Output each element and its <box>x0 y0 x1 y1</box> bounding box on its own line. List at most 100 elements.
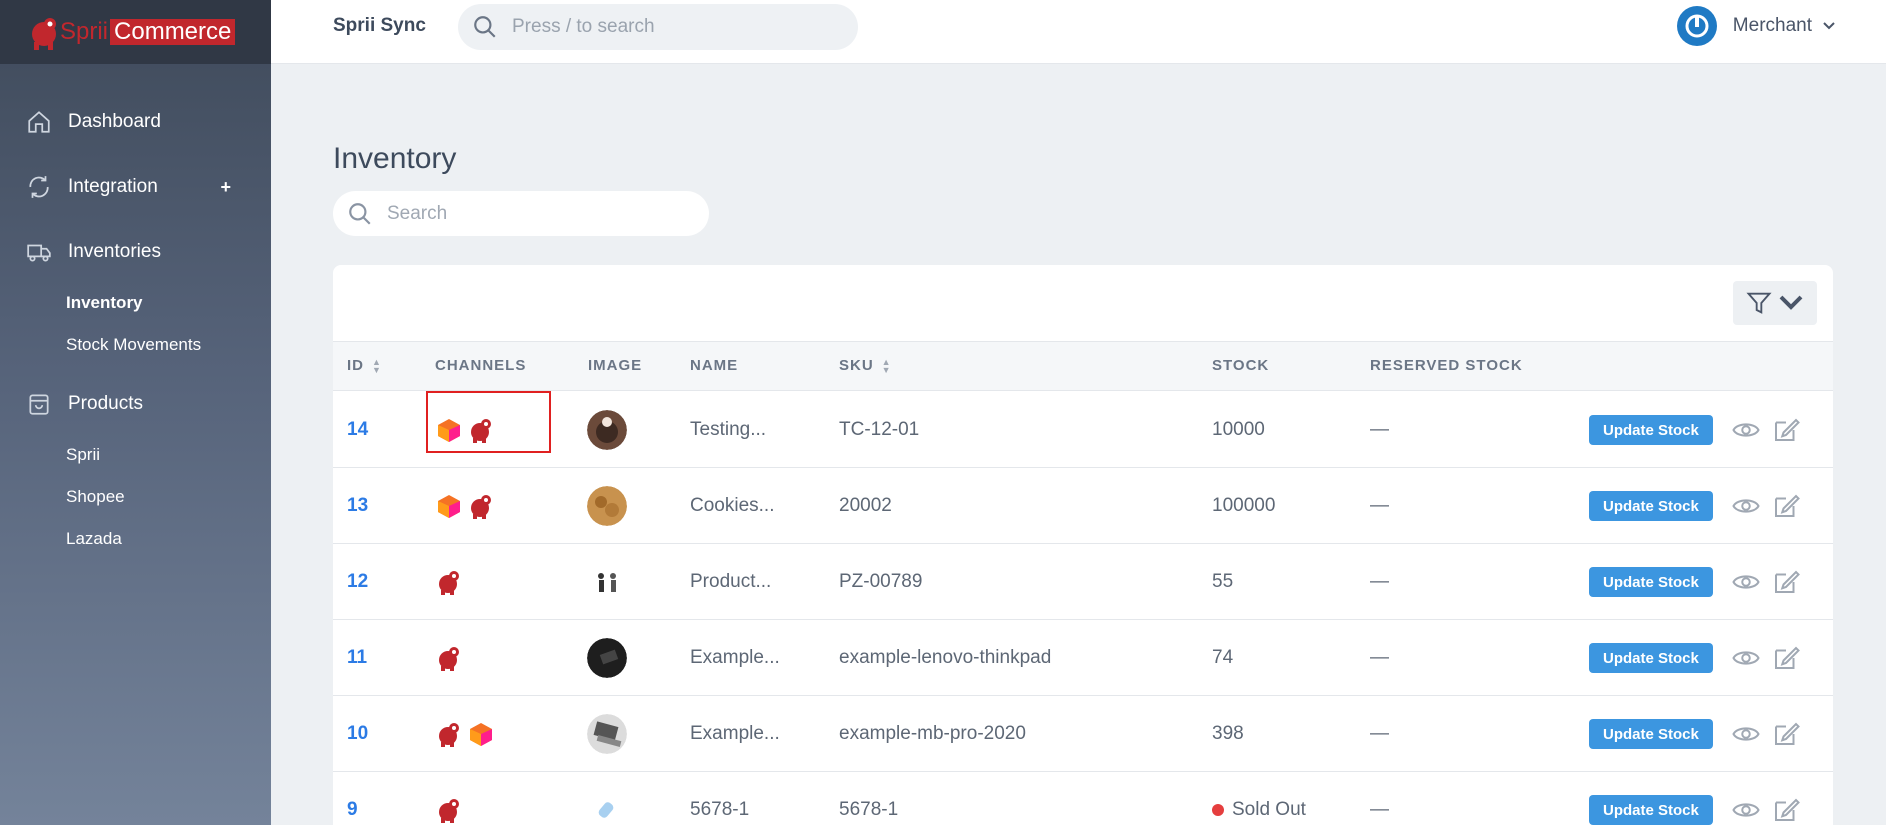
edit-icon[interactable] <box>1771 643 1801 673</box>
sidebar-sub-stock-movements[interactable]: Stock Movements <box>0 324 271 366</box>
row-actions: Update Stock <box>1589 696 1811 772</box>
row-stock: Sold Out <box>1212 772 1306 825</box>
row-stock: 74 <box>1212 620 1233 696</box>
update-stock-button[interactable]: Update Stock <box>1589 491 1713 521</box>
row-image <box>587 772 627 825</box>
row-name: Product... <box>690 571 772 592</box>
sidebar-item-dashboard[interactable]: Dashboard <box>0 98 271 146</box>
inventory-search-input[interactable]: Search <box>333 191 709 236</box>
row-id-link[interactable]: 10 <box>347 696 368 772</box>
column-header-channels: CHANNELS <box>435 357 527 374</box>
box-icon <box>29 394 49 415</box>
row-sku: PZ-00789 <box>839 571 923 592</box>
sprii-channel-icon <box>439 799 459 823</box>
search-icon <box>474 16 496 38</box>
row-reserved-stock: — <box>1370 723 1389 744</box>
column-header-name: NAME <box>690 357 739 374</box>
lazada-channel-icon <box>470 723 492 746</box>
edit-icon[interactable] <box>1771 719 1801 749</box>
edit-icon[interactable] <box>1771 795 1801 825</box>
update-stock-button[interactable]: Update Stock <box>1589 795 1713 825</box>
sprii-channel-icon <box>439 571 459 595</box>
view-eye-icon[interactable] <box>1731 719 1761 749</box>
update-stock-button[interactable]: Update Stock <box>1589 567 1713 597</box>
table-row: 11 Example... example-lenovo-thinkpad 74 — Up… <box>333 620 1833 696</box>
stock-value: 74 <box>1212 647 1234 668</box>
row-channels <box>435 772 467 825</box>
column-header-id[interactable]: ID ▲ ▼ <box>347 357 382 374</box>
row-reserved-stock: — <box>1370 419 1389 440</box>
view-eye-icon[interactable] <box>1731 415 1761 445</box>
table-header: ID ▲ ▼ CHANNELS IMAGE NAME SKU ▲ ▼ STOCK RES… <box>333 341 1833 391</box>
update-stock-button[interactable]: Update Stock <box>1589 415 1713 445</box>
sidebar-item-inventories[interactable]: Inventories <box>0 228 271 276</box>
row-id-link[interactable]: 14 <box>347 392 368 468</box>
view-eye-icon[interactable] <box>1731 643 1761 673</box>
sidebar-sub-sprii[interactable]: Sprii <box>0 434 271 476</box>
product-thumbnail <box>587 486 627 526</box>
column-header-sku[interactable]: SKU ▲ ▼ <box>839 357 892 374</box>
view-eye-icon[interactable] <box>1731 795 1761 825</box>
product-thumbnail <box>587 562 627 602</box>
row-actions: Update Stock <box>1589 544 1811 620</box>
truck-icon <box>27 244 51 262</box>
row-id-link[interactable]: 11 <box>347 620 367 696</box>
sort-icon[interactable]: ▲ ▼ <box>372 357 382 374</box>
row-id-link[interactable]: 9 <box>347 772 358 825</box>
row-name: Cookies... <box>690 495 775 516</box>
inventory-table-card: ID ▲ ▼ CHANNELS IMAGE NAME SKU ▲ ▼ STOCK RES… <box>333 265 1833 825</box>
row-name: Testing... <box>690 419 767 440</box>
edit-icon[interactable] <box>1771 491 1801 521</box>
sidebar-item-integration[interactable]: Integration + <box>0 163 271 211</box>
brand-name-commerce: Commerce <box>110 19 236 45</box>
row-reserved-stock: — <box>1370 495 1389 516</box>
row-id-link[interactable]: 13 <box>347 468 368 544</box>
refresh-icon <box>29 176 49 198</box>
sidebar-sub-lazada[interactable]: Lazada <box>0 518 271 560</box>
sprii-channel-icon <box>439 647 459 671</box>
edit-icon[interactable] <box>1771 415 1801 445</box>
row-stock: 55 <box>1212 544 1233 620</box>
filter-button[interactable] <box>1733 281 1817 325</box>
row-name: Example... <box>690 647 780 668</box>
stock-value: 100000 <box>1212 495 1276 516</box>
row-actions: Update Stock <box>1589 620 1811 696</box>
column-header-reserved-stock: RESERVED STOCK <box>1370 357 1523 374</box>
update-stock-button[interactable]: Update Stock <box>1589 643 1713 673</box>
sidebar: Sprii Commerce Dashboard Integration + I… <box>0 0 271 825</box>
row-channels <box>435 468 499 544</box>
sidebar-item-label: Inventories <box>68 241 161 262</box>
power-icon <box>1685 14 1709 38</box>
row-sku: example-mb-pro-2020 <box>839 723 1026 744</box>
row-name: 5678-1 <box>690 799 750 820</box>
brand-logo[interactable]: Sprii Commerce <box>0 0 271 64</box>
row-image <box>587 696 627 772</box>
sidebar-item-label: Integration <box>68 176 158 197</box>
view-eye-icon[interactable] <box>1731 491 1761 521</box>
sort-icon[interactable]: ▲ ▼ <box>882 357 892 374</box>
app-name: Sprii Sync <box>333 15 426 36</box>
stock-value: 398 <box>1212 723 1244 744</box>
sidebar-item-label: Products <box>68 393 143 414</box>
global-search-placeholder: Press / to search <box>512 16 655 37</box>
avatar <box>1676 6 1717 46</box>
page-title: Inventory <box>333 142 457 175</box>
sidebar-sub-inventory[interactable]: Inventory <box>0 282 271 324</box>
row-sku: 5678-1 <box>839 799 899 820</box>
update-stock-button[interactable]: Update Stock <box>1589 719 1713 749</box>
row-reserved-stock: — <box>1370 647 1389 668</box>
sidebar-sub-shopee[interactable]: Shopee <box>0 476 271 518</box>
user-menu[interactable]: Merchant <box>1676 6 1836 46</box>
row-reserved-stock: — <box>1370 571 1389 592</box>
global-search-input[interactable]: Press / to search <box>458 4 858 50</box>
filter-icon <box>1746 292 1772 314</box>
row-id-link[interactable]: 12 <box>347 544 368 620</box>
product-thumbnail <box>587 790 627 825</box>
add-integration-icon[interactable]: + <box>220 177 231 198</box>
sidebar-item-products[interactable]: Products <box>0 380 271 428</box>
edit-icon[interactable] <box>1771 567 1801 597</box>
sidebar-item-label: Dashboard <box>68 111 161 132</box>
view-eye-icon[interactable] <box>1731 567 1761 597</box>
home-icon <box>28 111 50 133</box>
row-reserved-stock: — <box>1370 799 1389 820</box>
